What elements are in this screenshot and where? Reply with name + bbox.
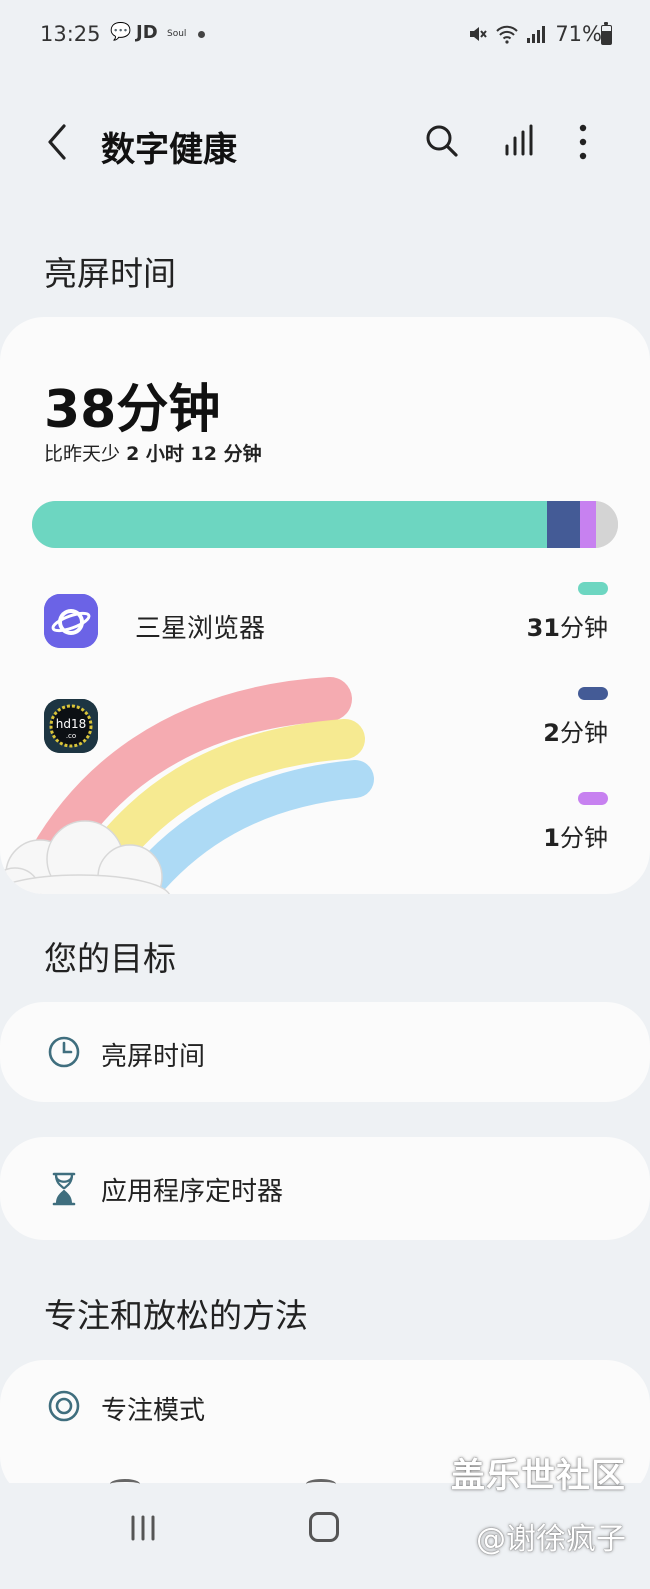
wifi-icon (496, 25, 519, 44)
goal-screen-time[interactable]: 亮屏时间 (0, 1002, 650, 1102)
goals-section-title: 您的目标 (44, 939, 176, 978)
mute-icon (470, 27, 488, 41)
clock-icon (48, 1036, 80, 1068)
home-button[interactable] (309, 1512, 339, 1542)
status-bar: 13:25 💬 JD Soul 71% (0, 0, 650, 70)
back-arrow-icon (48, 124, 66, 160)
goal-app-timers[interactable]: 应用程序定时器 (0, 1137, 650, 1240)
more-vertical-icon (579, 124, 587, 160)
status-time: 13:25 (40, 22, 101, 46)
bar-chart-icon (505, 124, 533, 156)
app-color-dot (578, 792, 608, 805)
soul-icon: Soul (167, 29, 187, 39)
notification-dot-icon (198, 31, 205, 38)
comparison-prefix: 比昨天少 (44, 443, 121, 465)
usage-bar-segment (546, 501, 580, 548)
focus-section-title: 专注和放松的方法 (44, 1296, 308, 1335)
battery-icon (601, 22, 612, 45)
status-right-icons: 71% (468, 22, 602, 46)
battery-percent: 71% (555, 22, 602, 46)
app-color-dot (578, 582, 608, 595)
partial-icon-left (110, 1479, 140, 1489)
rainbow-sticker (0, 677, 374, 894)
jd-icon: JD (136, 22, 158, 43)
watermark-author: @谢徐疯子 (476, 1522, 626, 1557)
page-title: 数字健康 (101, 130, 237, 170)
screen-time-comparison: 比昨天少 2 小时 12 分钟 (44, 439, 262, 466)
watermark-community: 盖乐世社区 (451, 1456, 626, 1496)
usage-bar-segment (32, 501, 547, 548)
app-usage-time: 31分钟 (526, 614, 608, 642)
wechat-icon: 💬 (110, 22, 132, 42)
app-color-dot (578, 687, 608, 700)
hourglass-icon (52, 1172, 76, 1206)
more-options-button[interactable] (570, 120, 614, 164)
focus-label: 专注模式 (101, 1396, 206, 1426)
comparison-value: 2 小时 12 分钟 (126, 443, 262, 465)
back-button[interactable] (40, 120, 80, 164)
goal-label: 应用程序定时器 (101, 1177, 284, 1207)
screen-time-section-title: 亮屏时间 (44, 254, 176, 293)
usage-bar-segment (596, 501, 618, 548)
app-usage-time: 1分钟 (543, 824, 608, 852)
search-icon (426, 125, 458, 157)
app-usage-time: 2分钟 (543, 719, 608, 747)
app-bar: 数字健康 (0, 100, 650, 186)
usage-bar-segment (579, 501, 597, 548)
stats-button[interactable] (500, 120, 544, 164)
screen-time-total: 38分钟 (44, 380, 221, 440)
search-button[interactable] (421, 120, 465, 164)
focus-target-icon (48, 1390, 80, 1422)
goal-label: 亮屏时间 (101, 1042, 206, 1072)
usage-stacked-bar (32, 501, 618, 548)
screen-time-card[interactable]: 38分钟 比昨天少 2 小时 12 分钟 三星浏览器 31分钟 hd18 .co… (0, 317, 650, 894)
digital-wellbeing-screen: 13:25 💬 JD Soul 71% 数字健康 亮屏时间 38分钟 比昨天少 … (0, 0, 650, 1589)
partial-icon-right (306, 1479, 336, 1489)
recent-apps-button[interactable] (128, 1514, 158, 1542)
signal-icon (527, 26, 546, 43)
